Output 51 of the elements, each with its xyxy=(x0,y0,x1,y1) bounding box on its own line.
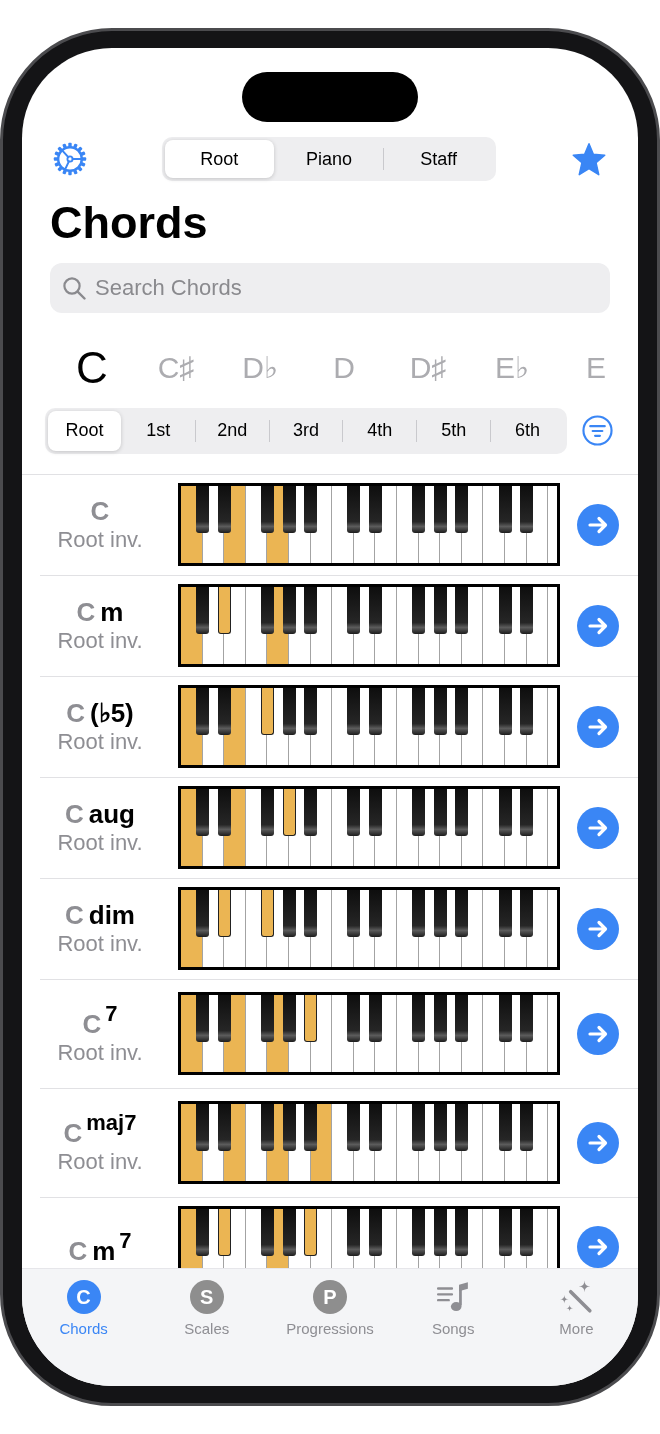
chord-root: C xyxy=(68,1236,88,1266)
chord-quality: m xyxy=(92,1236,116,1266)
inversion-tab[interactable]: 2nd xyxy=(195,410,269,451)
chord-root: C xyxy=(76,596,96,627)
key-tab[interactable]: C xyxy=(76,345,108,390)
inversion-tab[interactable]: 5th xyxy=(417,410,491,451)
inversion-tab[interactable]: 4th xyxy=(343,410,417,451)
inversion-tab[interactable]: 6th xyxy=(491,410,564,451)
chord-inversion-label: Root inv. xyxy=(57,727,143,756)
chord-quality: m xyxy=(100,596,124,627)
magic-wand-icon xyxy=(559,1280,594,1314)
chord-quality: aug xyxy=(88,798,135,829)
inversion-tab[interactable]: 3rd xyxy=(269,410,343,451)
chord-detail-button[interactable] xyxy=(577,1012,619,1055)
settings-icon[interactable] xyxy=(53,142,87,176)
inversion-tab[interactable]: 1st xyxy=(121,410,195,451)
chord-detail-button[interactable] xyxy=(577,1121,619,1164)
chord-inversion-label: Root inv. xyxy=(57,525,143,554)
chord-detail-button[interactable] xyxy=(577,604,619,647)
chord-inversion-label: Root inv. xyxy=(57,1038,143,1067)
chord-extension: 7 xyxy=(119,1228,132,1253)
filter-icon[interactable] xyxy=(582,415,613,446)
chord-quality: dim xyxy=(88,899,135,930)
tab-bar-item[interactable]: C Chords xyxy=(59,1280,108,1338)
chord-root: C xyxy=(90,495,110,526)
chord-detail-button[interactable] xyxy=(577,503,619,546)
chord-root: C xyxy=(66,697,85,728)
star-icon[interactable] xyxy=(571,141,607,177)
chord-inversion-label: Root inv. xyxy=(57,929,143,958)
search-icon xyxy=(62,275,86,300)
chord-detail-button[interactable] xyxy=(577,1226,619,1268)
chord-inversion-label: Root inv. xyxy=(57,1147,143,1176)
view-tab[interactable]: Piano xyxy=(274,140,384,178)
inversion-tab[interactable]: Root xyxy=(48,410,121,451)
chord-detail-button[interactable] xyxy=(577,907,619,950)
chord-detail-button[interactable] xyxy=(577,705,619,748)
chord-root: C xyxy=(65,798,84,829)
page-title: Chords xyxy=(50,198,208,248)
chord-quality: (♭5) xyxy=(90,697,134,728)
chord-inversion-label: Root inv. xyxy=(57,626,143,655)
chord-extension: 7 xyxy=(105,1000,118,1026)
chord-root: C xyxy=(63,1117,83,1148)
view-tab[interactable]: Staff xyxy=(384,140,493,178)
chord-extension: maj7 xyxy=(86,1109,137,1135)
chord-detail-button[interactable] xyxy=(577,806,619,849)
chord-root: C xyxy=(65,899,84,930)
chord-root: C xyxy=(82,1008,102,1039)
view-tab[interactable]: Root xyxy=(165,140,274,178)
search-field[interactable]: Search Chords xyxy=(50,262,610,313)
chord-inversion-label: Root inv. xyxy=(57,828,143,857)
music-note-list-icon xyxy=(436,1280,471,1314)
